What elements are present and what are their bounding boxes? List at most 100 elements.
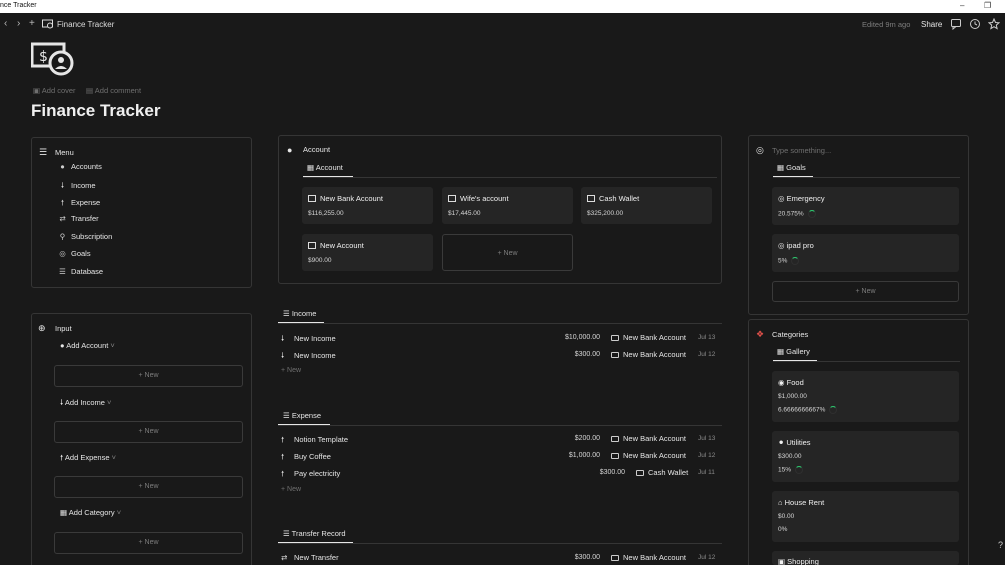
table-row[interactable]: 🠕 Notion Template: [281, 434, 348, 447]
food-icon: ◉: [778, 378, 787, 387]
account-link[interactable]: New Bank Account: [611, 350, 686, 359]
amount: $200.00: [574, 435, 600, 442]
list-icon: ☰: [283, 411, 292, 420]
category-card[interactable]: ⚫ Utilities $300.00 15%: [772, 431, 959, 482]
account-link[interactable]: New Bank Account: [611, 451, 686, 460]
transfer-icon: ⇄: [281, 553, 288, 562]
target-icon: ◎: [59, 249, 66, 258]
hamburger-icon[interactable]: ☰: [39, 147, 47, 158]
account-card[interactable]: Cash Wallet $325,200.00: [581, 187, 712, 224]
amount: $300.00: [574, 554, 600, 561]
list-icon: ☰: [283, 529, 292, 538]
category-card[interactable]: ⌂ House Rent $0.00 0%: [772, 491, 959, 542]
account-title: Account: [303, 145, 331, 154]
pin-icon: ❖: [756, 329, 765, 339]
money-page-icon[interactable]: $: [31, 42, 75, 76]
add-account-button[interactable]: ● Add Account ˅: [60, 341, 115, 350]
breadcrumb[interactable]: Finance Tracker: [57, 20, 114, 29]
account-link[interactable]: New Bank Account: [611, 333, 686, 342]
amount: $10,000.00: [564, 334, 600, 341]
tab-goals[interactable]: ▦ Goals: [777, 163, 806, 172]
help-icon[interactable]: ?: [998, 540, 1003, 550]
money-icon: [587, 195, 595, 202]
page-icon-small: [42, 19, 53, 29]
menu-title: Menu: [55, 148, 74, 157]
image-icon: ▣: [33, 86, 41, 95]
date: Jul 11: [698, 469, 715, 476]
menu-item-transfer[interactable]: ⇄ Transfer: [57, 214, 98, 223]
table-row[interactable]: 🠕 Buy Coffee: [281, 451, 331, 464]
account-link[interactable]: New Bank Account: [611, 553, 686, 562]
add-expense-button[interactable]: 🠕 Add Expense ˅: [60, 452, 116, 465]
add-account-new-button[interactable]: + New: [54, 365, 243, 387]
menu-item-subscription[interactable]: ⚲ Subscription: [57, 232, 113, 241]
goal-card[interactable]: ◎ ipad pro 5%: [772, 234, 959, 272]
add-category-button[interactable]: ▦ Add Category ˅: [60, 508, 121, 517]
table-row[interactable]: ⇄ New Transfer: [281, 553, 339, 562]
divider: [278, 323, 722, 324]
database-icon: ☰: [59, 267, 66, 276]
tab-transfer-record[interactable]: ☰ Transfer Record: [283, 529, 346, 538]
add-cover-button[interactable]: ▣ Add cover: [33, 86, 76, 95]
arrow-up-icon: 🠕: [281, 469, 285, 478]
add-category-new-button[interactable]: + New: [54, 532, 243, 554]
goals-type-input[interactable]: Type something...: [772, 146, 831, 155]
target-icon: ◎: [756, 145, 764, 155]
tab-expense[interactable]: ☰ Expense: [283, 411, 321, 420]
comment-icon[interactable]: [950, 18, 962, 30]
menu-item-goals[interactable]: ◎ Goals: [57, 249, 90, 258]
date: Jul 12: [698, 452, 716, 459]
category-card[interactable]: ◉ Food $1,000.00 6.6666666667%: [772, 371, 959, 422]
arrow-up-icon: 🠕: [281, 435, 285, 444]
money-icon: [308, 195, 316, 202]
tab-gallery[interactable]: ▦ Gallery: [777, 347, 810, 356]
date: Jul 13: [698, 435, 716, 442]
new-expense-row-button[interactable]: + New: [281, 486, 301, 493]
account-card[interactable]: Wife's account $17,445.00: [442, 187, 573, 224]
new-account-card-button[interactable]: + New: [442, 234, 573, 271]
menu-item-expense[interactable]: 🠕 Expense: [57, 197, 100, 210]
arrow-down-icon: 🠗: [281, 334, 285, 343]
grid-icon: ▦: [777, 347, 787, 356]
page-title[interactable]: Finance Tracker: [31, 101, 160, 121]
goal-card[interactable]: ◎ Emergency 20.575%: [772, 187, 959, 225]
favorite-star-icon[interactable]: [988, 18, 1000, 30]
house-icon: ⌂: [778, 498, 785, 507]
menu-item-accounts[interactable]: ● Accounts: [57, 162, 102, 171]
table-row[interactable]: 🠕 Pay electricity: [281, 468, 340, 481]
account-link[interactable]: Cash Wallet: [636, 468, 688, 477]
table-row[interactable]: 🠗 New Income: [281, 350, 336, 363]
divider: [773, 361, 960, 362]
tab-income[interactable]: ☰ Income: [283, 309, 316, 318]
share-button[interactable]: Share: [921, 20, 942, 29]
add-expense-new-button[interactable]: + New: [54, 476, 243, 498]
category-card[interactable]: ▣ Shopping: [772, 551, 959, 565]
add-comment-button[interactable]: ▤ Add comment: [86, 86, 141, 95]
menu-item-income[interactable]: 🠗 Income: [57, 180, 96, 193]
restore-icon[interactable]: ❐: [984, 1, 991, 10]
add-income-button[interactable]: 🠗 Add Income ˅: [60, 397, 111, 410]
grid-icon: ▦: [60, 508, 69, 517]
menu-panel: [31, 137, 252, 288]
money-icon: [448, 195, 456, 202]
menu-item-database[interactable]: ☰ Database: [57, 267, 103, 276]
new-goal-button[interactable]: + New: [772, 281, 959, 302]
minimize-icon[interactable]: –: [960, 1, 964, 10]
account-card[interactable]: New Bank Account $116,255.00: [302, 187, 433, 224]
money-icon: [611, 453, 619, 460]
add-income-new-button[interactable]: + New: [54, 421, 243, 443]
person-icon: ●: [60, 162, 65, 171]
top-navbar: ‹ › + Finance Tracker Edited 9m ago Shar…: [0, 13, 1005, 37]
back-icon[interactable]: ‹: [4, 18, 7, 29]
history-icon[interactable]: [969, 18, 981, 30]
forward-icon[interactable]: ›: [17, 18, 20, 29]
money-icon: [308, 242, 316, 249]
table-row[interactable]: 🠗 New Income: [281, 333, 336, 346]
add-page-icon[interactable]: +: [29, 18, 35, 29]
account-card[interactable]: New Account $900.00: [302, 234, 433, 271]
comment-small-icon: ▤: [86, 86, 94, 95]
tab-account[interactable]: ▦ Account: [307, 163, 343, 172]
amount: $1,000.00: [568, 452, 600, 459]
new-income-row-button[interactable]: + New: [281, 367, 301, 374]
account-link[interactable]: New Bank Account: [611, 434, 686, 443]
